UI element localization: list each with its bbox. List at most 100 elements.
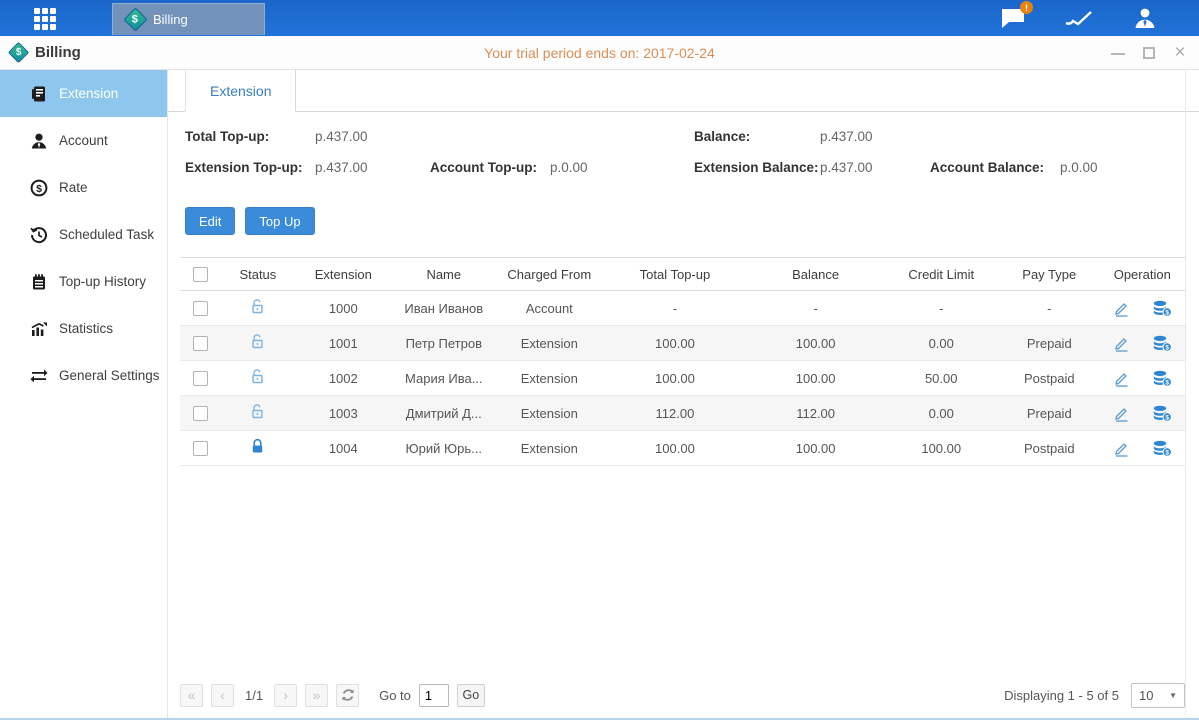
- lock-open-icon: [249, 368, 266, 385]
- edit-row-icon[interactable]: [1113, 335, 1130, 352]
- total-topup-value: p.437.00: [315, 129, 368, 144]
- col-name: Name: [391, 258, 497, 291]
- balance-cell: -: [748, 291, 884, 326]
- table-header-row: Status Extension Name Charged From Total…: [180, 258, 1185, 291]
- account-icon: [30, 132, 48, 150]
- refresh-button[interactable]: [336, 684, 359, 707]
- page-size-select[interactable]: 10 ▼: [1131, 683, 1185, 708]
- maximize-button[interactable]: [1142, 46, 1156, 60]
- prev-page-button[interactable]: ‹: [211, 684, 234, 707]
- extension-cell: 1001: [296, 326, 391, 361]
- sidebar-item-general-settings[interactable]: General Settings: [0, 352, 167, 399]
- goto-page-input[interactable]: [419, 684, 449, 707]
- row-checkbox[interactable]: [193, 301, 208, 316]
- window-titlebar: $ Billing Your trial period ends on: 201…: [0, 36, 1199, 70]
- extension-topup-label: Extension Top-up:: [185, 160, 303, 175]
- col-pay-type: Pay Type: [999, 258, 1100, 291]
- row-checkbox[interactable]: [193, 371, 208, 386]
- operation-cell: $: [1100, 440, 1185, 457]
- statistics-chart-icon[interactable]: [1065, 6, 1093, 30]
- tab-extension[interactable]: Extension: [185, 70, 296, 112]
- sidebar-item-scheduled-task[interactable]: Scheduled Task: [0, 211, 167, 258]
- lock-open-icon: [249, 403, 266, 420]
- svg-text:$: $: [1165, 309, 1169, 316]
- charged-from-cell: Extension: [497, 326, 603, 361]
- main-content: Extension Total Top-up: p.437.00 Balance…: [168, 70, 1199, 718]
- billing-diamond-icon: $: [123, 7, 147, 31]
- top-up-row-icon[interactable]: $: [1152, 370, 1172, 387]
- user-account-icon[interactable]: [1131, 6, 1159, 30]
- operation-cell: $: [1100, 405, 1185, 422]
- col-total-topup: Total Top-up: [602, 258, 748, 291]
- sidebar-item-rate[interactable]: $ Rate: [0, 164, 167, 211]
- svg-text:$: $: [36, 183, 42, 195]
- svg-text:$: $: [1165, 379, 1169, 386]
- page-indicator: 1/1: [245, 688, 263, 703]
- operation-cell: $: [1100, 335, 1185, 352]
- top-up-row-icon[interactable]: $: [1152, 335, 1172, 352]
- sidebar-item-statistics[interactable]: Statistics: [0, 305, 167, 352]
- edit-row-icon[interactable]: [1113, 405, 1130, 422]
- row-checkbox[interactable]: [193, 336, 208, 351]
- pay-type-cell: Prepaid: [999, 326, 1100, 361]
- minimize-button[interactable]: [1111, 46, 1125, 60]
- name-cell: Юрий Юрь...: [391, 431, 497, 466]
- total-topup-cell: 100.00: [602, 431, 748, 466]
- extension-cell: 1002: [296, 361, 391, 396]
- select-all-checkbox[interactable]: [193, 267, 208, 282]
- operation-cell: $: [1100, 300, 1185, 317]
- status-cell: [220, 396, 295, 431]
- name-cell: Иван Иванов: [391, 291, 497, 326]
- credit-limit-cell: 0.00: [883, 396, 999, 431]
- charged-from-cell: Extension: [497, 361, 603, 396]
- sidebar-nav: Extension Account $ Rate: [0, 70, 168, 718]
- edit-button[interactable]: Edit: [185, 207, 235, 235]
- last-page-button[interactable]: »: [305, 684, 328, 707]
- general-settings-icon: [30, 367, 48, 385]
- edit-row-icon[interactable]: [1113, 440, 1130, 457]
- total-topup-cell: -: [602, 291, 748, 326]
- name-cell: Мария Ива...: [391, 361, 497, 396]
- close-button[interactable]: ×: [1173, 46, 1187, 60]
- sidebar-item-label: Rate: [59, 180, 88, 195]
- topup-history-icon: [30, 273, 48, 291]
- edit-row-icon[interactable]: [1113, 300, 1130, 317]
- col-credit-limit: Credit Limit: [883, 258, 999, 291]
- top-up-row-icon[interactable]: $: [1152, 300, 1172, 317]
- sidebar-item-extension[interactable]: Extension: [0, 70, 167, 117]
- first-page-button[interactable]: «: [180, 684, 203, 707]
- balance-cell: 112.00: [748, 396, 884, 431]
- row-checkbox[interactable]: [193, 441, 208, 456]
- tab-bar: Extension: [168, 70, 1199, 112]
- sidebar-item-topup-history[interactable]: Top-up History: [0, 258, 167, 305]
- trial-notice: Your trial period ends on: 2017-02-24: [0, 45, 1199, 61]
- table-row: 1001Петр ПетровExtension100.00100.000.00…: [180, 326, 1185, 361]
- next-page-button[interactable]: ›: [274, 684, 297, 707]
- row-checkbox[interactable]: [193, 406, 208, 421]
- charged-from-cell: Account: [497, 291, 603, 326]
- status-cell: [220, 326, 295, 361]
- balance-cell: 100.00: [748, 361, 884, 396]
- taskbar-tab-billing[interactable]: $ Billing: [112, 3, 265, 35]
- sidebar-item-label: Top-up History: [59, 274, 146, 289]
- pay-type-cell: Postpaid: [999, 431, 1100, 466]
- pay-type-cell: Prepaid: [999, 396, 1100, 431]
- total-topup-cell: 112.00: [602, 396, 748, 431]
- table-row: 1000Иван ИвановAccount----$: [180, 291, 1185, 326]
- top-up-row-icon[interactable]: $: [1152, 405, 1172, 422]
- balance-cell: 100.00: [748, 431, 884, 466]
- sidebar-item-label: General Settings: [59, 368, 160, 383]
- account-topup-value: p.0.00: [550, 160, 588, 175]
- edit-row-icon[interactable]: [1113, 370, 1130, 387]
- top-up-row-icon[interactable]: $: [1152, 440, 1172, 457]
- charged-from-cell: Extension: [497, 431, 603, 466]
- sidebar-item-account[interactable]: Account: [0, 117, 167, 164]
- top-up-button[interactable]: Top Up: [245, 207, 314, 235]
- apps-grid-icon[interactable]: [34, 8, 56, 30]
- messages-icon[interactable]: !: [999, 6, 1027, 30]
- taskbar-tab-label: Billing: [153, 12, 188, 27]
- credit-limit-cell: -: [883, 291, 999, 326]
- status-cell: [220, 431, 295, 466]
- total-topup-cell: 100.00: [602, 326, 748, 361]
- go-button[interactable]: Go: [457, 684, 485, 707]
